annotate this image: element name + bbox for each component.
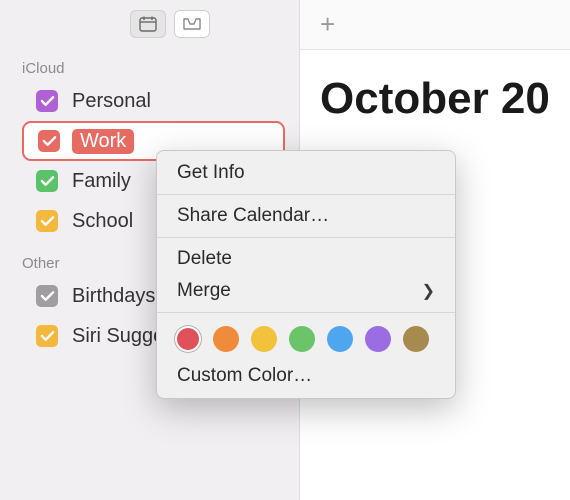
add-event-button[interactable]: + [320,9,335,40]
checkbox-icon[interactable] [38,130,60,152]
menu-item-share[interactable]: Share Calendar… [157,200,455,232]
calendar-label: Birthdays [72,285,155,308]
color-swatch-green[interactable] [289,326,315,352]
menu-item-merge[interactable]: Merge ❯ [157,275,455,307]
chevron-right-icon: ❯ [422,281,435,301]
calendar-label: Family [72,170,131,193]
menu-separator [157,312,455,313]
color-swatch-red[interactable] [175,326,201,352]
checkbox-icon[interactable] [36,210,58,232]
menu-item-label: Merge [177,280,231,302]
checkbox-icon[interactable] [36,285,58,307]
color-swatch-yellow[interactable] [251,326,277,352]
menu-item-label: Share Calendar… [177,205,329,227]
calendar-label: School [72,210,133,233]
month-title: October 20 [300,50,570,124]
context-menu: Get Info Share Calendar… Delete Merge ❯ … [156,150,456,399]
color-swatch-orange[interactable] [213,326,239,352]
inbox-button[interactable] [174,10,210,38]
menu-item-label: Get Info [177,162,245,184]
menu-item-get-info[interactable]: Get Info [157,157,455,189]
sidebar-section-title: iCloud [0,54,299,81]
sidebar-item-personal[interactable]: Personal [0,81,299,121]
menu-item-delete[interactable]: Delete [157,243,455,275]
color-swatch-purple[interactable] [365,326,391,352]
color-swatch-brown[interactable] [403,326,429,352]
inbox-icon [182,17,202,31]
calendar-label: Personal [72,90,151,113]
calendar-icon [139,16,157,32]
menu-separator [157,194,455,195]
menu-separator [157,237,455,238]
main-toolbar: + [300,0,570,50]
menu-item-custom-color[interactable]: Custom Color… [157,360,455,392]
menu-item-label: Custom Color… [177,365,312,387]
color-swatch-row [157,318,455,360]
calendar-list-button[interactable] [130,10,166,38]
checkbox-icon[interactable] [36,170,58,192]
calendar-label: Work [74,129,134,154]
checkbox-icon[interactable] [36,90,58,112]
toolbar-view-buttons [130,10,210,38]
menu-item-label: Delete [177,248,232,270]
checkbox-icon[interactable] [36,325,58,347]
color-swatch-blue[interactable] [327,326,353,352]
